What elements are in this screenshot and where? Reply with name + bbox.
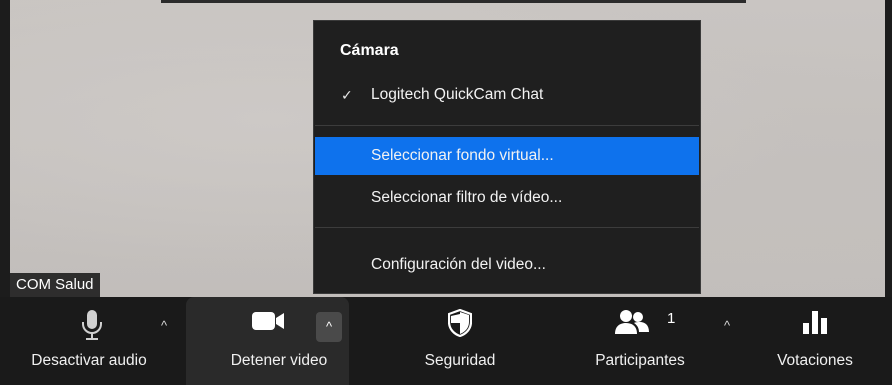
menu-heading: Cámara: [340, 42, 399, 59]
participants-label: Participantes: [595, 352, 685, 369]
audio-options-caret[interactable]: ^: [153, 315, 175, 337]
video-options-caret[interactable]: ^: [316, 312, 342, 342]
mute-audio-button[interactable]: Desactivar audio: [0, 297, 180, 385]
bar-chart-icon: [802, 309, 828, 340]
menu-item-virtual-background[interactable]: Seleccionar fondo virtual...: [315, 137, 699, 175]
video-right-border: [885, 0, 892, 297]
menu-separator: [315, 125, 699, 126]
menu-item-label: Logitech QuickCam Chat: [371, 86, 544, 103]
participants-options-caret[interactable]: ^: [716, 315, 738, 337]
stop-video-button[interactable]: Detener video: [186, 297, 327, 385]
participants-icon: [614, 309, 650, 340]
mute-audio-label: Desactivar audio: [31, 352, 147, 369]
polls-label: Votaciones: [777, 352, 853, 369]
microphone-icon: [81, 309, 103, 346]
checkmark-icon: ✓: [341, 87, 353, 103]
menu-separator: [315, 227, 699, 228]
participants-count-badge: 1: [667, 310, 676, 327]
meeting-toolbar: Desactivar audio ^ Detener video ^ Segur…: [0, 297, 892, 385]
shield-icon: [447, 308, 473, 342]
video-left-border: [0, 0, 10, 297]
security-button[interactable]: Seguridad: [405, 297, 515, 385]
menu-item-logitech-camera[interactable]: ✓ Logitech QuickCam Chat: [315, 76, 699, 114]
menu-item-label: Configuración del video...: [371, 256, 546, 273]
participant-name-label: COM Salud: [10, 273, 100, 297]
menu-item-video-filter[interactable]: Seleccionar filtro de vídeo...: [315, 179, 699, 217]
video-top-line: [161, 0, 746, 3]
menu-item-label: Seleccionar fondo virtual...: [371, 147, 554, 164]
camera-menu: Cámara ✓ Logitech QuickCam Chat Seleccio…: [313, 20, 701, 294]
polls-button[interactable]: Votaciones: [755, 297, 875, 385]
security-label: Seguridad: [424, 352, 496, 369]
menu-item-video-settings[interactable]: Configuración del video...: [315, 246, 699, 284]
stop-video-label: Detener video: [230, 352, 328, 369]
menu-item-label: Seleccionar filtro de vídeo...: [371, 189, 563, 206]
participants-button[interactable]: 1 Participantes: [570, 297, 710, 385]
video-camera-icon: [251, 309, 285, 338]
